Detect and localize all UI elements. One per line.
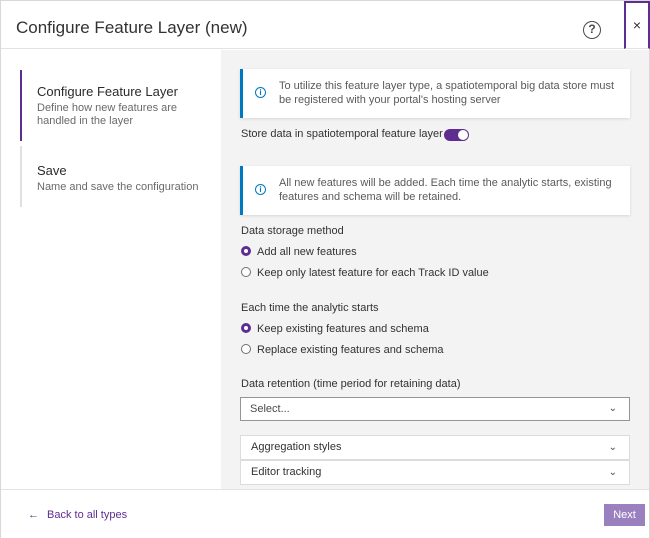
dialog-title: Configure Feature Layer (new) (16, 18, 248, 37)
storage-behavior-notice: i All new features will be added. Each t… (240, 166, 630, 215)
radio-button[interactable] (241, 267, 251, 277)
radio-keep-existing[interactable]: Keep existing features and schema (241, 323, 429, 335)
notice-text: To utilize this feature layer type, a sp… (279, 80, 615, 106)
radio-label: Replace existing features and schema (257, 344, 444, 356)
analytic-start-label: Each time the analytic starts (241, 302, 379, 314)
configure-feature-layer-dialog: Configure Feature Layer (new) ? × Config… (0, 0, 650, 538)
close-button[interactable]: × (624, 1, 650, 49)
retention-label: Data retention (time period for retainin… (241, 378, 461, 390)
configuration-panel: i To utilize this feature layer type, a … (221, 50, 649, 489)
radio-keep-latest-feature[interactable]: Keep only latest feature for each Track … (241, 267, 489, 279)
accordion-editor-tracking[interactable]: Editor tracking ⌄ (240, 460, 630, 485)
step-description: Define how new features are handled in t… (37, 102, 178, 127)
back-to-all-types-link[interactable]: ← Back to all types (28, 509, 127, 521)
step-save[interactable]: Save Name and save the configuration (20, 146, 210, 207)
toggle-knob (458, 130, 468, 140)
steps-nav: Configure Feature Layer Define how new f… (1, 50, 221, 489)
back-link-label: Back to all types (47, 509, 128, 521)
info-icon: i (255, 184, 266, 195)
notice-text: All new features will be added. Each tim… (279, 177, 612, 203)
dialog-footer: ← Back to all types Next (1, 489, 649, 538)
spatiotemporal-notice: i To utilize this feature layer type, a … (240, 69, 630, 118)
storage-method-label: Data storage method (241, 225, 344, 237)
close-icon: × (632, 17, 642, 33)
chevron-down-icon: ⌄ (608, 403, 617, 414)
step-title: Configure Feature Layer (37, 84, 178, 99)
dialog-header: Configure Feature Layer (new) ? × (1, 1, 650, 49)
help-icon[interactable]: ? (583, 21, 601, 39)
step-description: Name and save the configuration (37, 181, 199, 193)
accordion-label: Aggregation styles (251, 441, 342, 453)
accordion-aggregation-styles[interactable]: Aggregation styles ⌄ (240, 435, 630, 460)
chevron-down-icon: ⌄ (608, 467, 617, 478)
radio-add-all-features[interactable]: Add all new features (241, 246, 357, 258)
radio-label: Keep existing features and schema (257, 323, 429, 335)
radio-label: Add all new features (257, 246, 357, 258)
radio-button-checked[interactable] (241, 246, 251, 256)
retention-select[interactable]: Select... ⌄ (240, 397, 630, 421)
radio-label: Keep only latest feature for each Track … (257, 267, 489, 279)
step-configure-feature-layer[interactable]: Configure Feature Layer Define how new f… (20, 70, 210, 141)
info-icon: i (255, 87, 266, 98)
radio-button[interactable] (241, 344, 251, 354)
arrow-left-icon: ← (28, 509, 39, 521)
next-button[interactable]: Next (604, 504, 645, 526)
radio-button-checked[interactable] (241, 323, 251, 333)
radio-replace-existing[interactable]: Replace existing features and schema (241, 344, 444, 356)
store-spatiotemporal-toggle[interactable] (444, 129, 469, 141)
store-spatiotemporal-label: Store data in spatiotemporal feature lay… (241, 128, 443, 140)
chevron-down-icon: ⌄ (608, 442, 617, 453)
select-value: Select... (250, 403, 290, 415)
step-title: Save (37, 163, 67, 178)
accordion-label: Editor tracking (251, 466, 322, 478)
